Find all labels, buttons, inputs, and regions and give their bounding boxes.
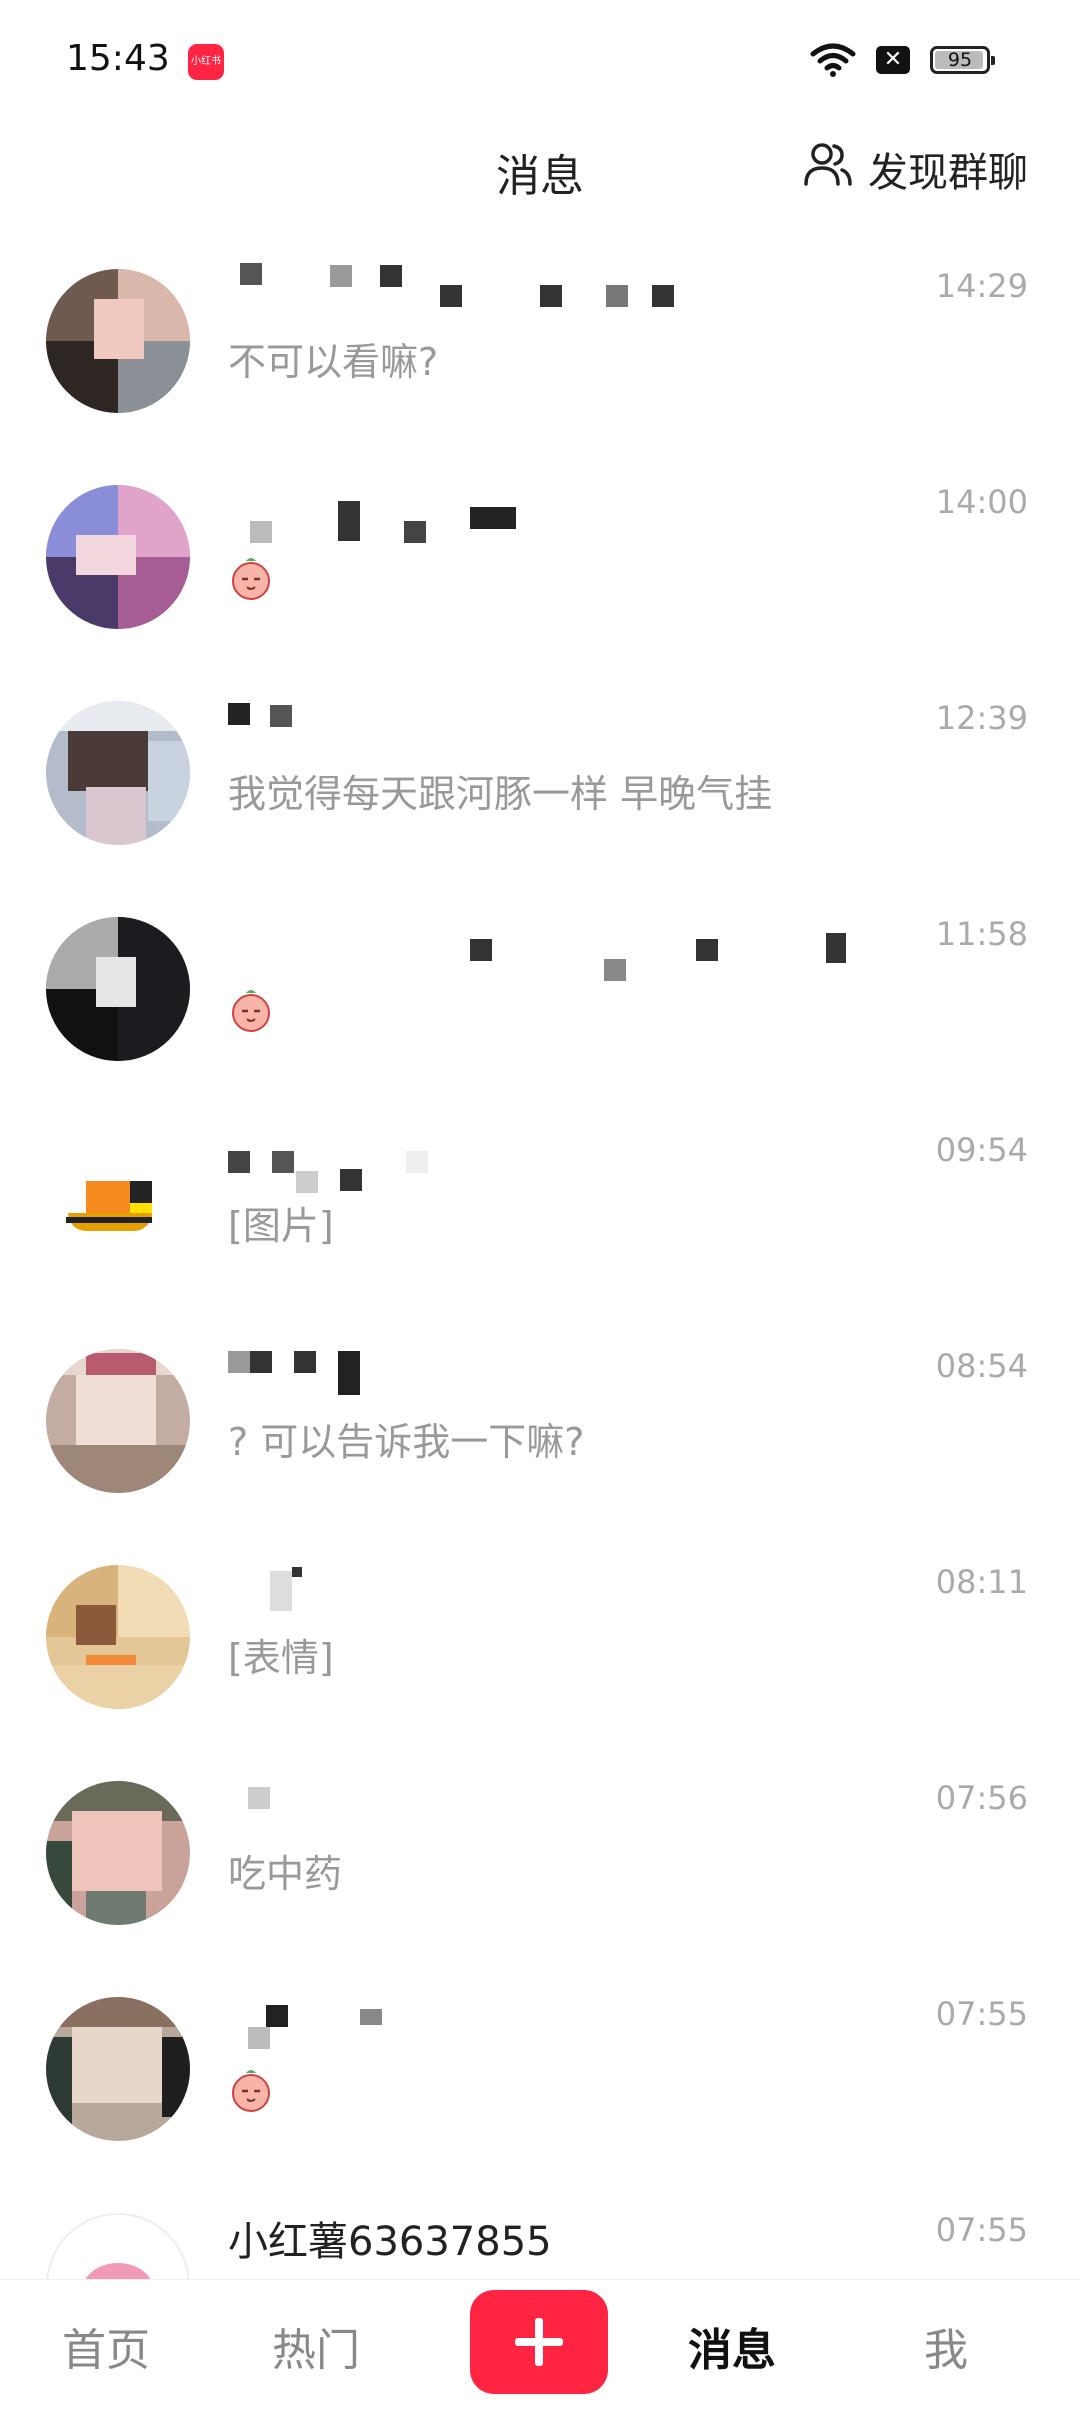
blurred-name-block	[470, 939, 492, 961]
conversation-item[interactable]: 14:00	[0, 451, 1080, 667]
conversation-time: 07:55	[935, 1995, 1028, 2033]
conversation-time: 07:56	[935, 1779, 1028, 1817]
avatar	[46, 917, 190, 1061]
blurred-name-block	[248, 1787, 270, 1809]
blurred-name-block	[266, 2005, 288, 2027]
avatar	[46, 1997, 190, 2141]
xiaohongshu-app-icon: 小红书	[188, 44, 224, 80]
peach-sticker-emoji-icon	[228, 555, 274, 601]
blurred-name-block	[360, 2009, 382, 2025]
conversation-time: 08:54	[935, 1347, 1028, 1385]
status-time: 15:43	[66, 38, 170, 79]
blurred-name-block	[440, 285, 462, 307]
blurred-name-block	[250, 521, 272, 543]
blurred-name-block	[380, 265, 402, 287]
battery-level-text: 95	[947, 49, 973, 71]
conversation-time: 12:39	[935, 699, 1028, 737]
battery-icon: 95	[930, 46, 995, 74]
blurred-name-block	[338, 501, 360, 541]
conversation-preview: 吃中药	[228, 1852, 343, 1896]
tab-me[interactable]: 我	[924, 2314, 968, 2378]
conversation-time: 07:55	[935, 2211, 1028, 2249]
blurred-name-block	[652, 285, 674, 307]
blurred-name-block	[228, 1351, 250, 1373]
status-icons: ✕ 95	[810, 40, 995, 80]
peach-sticker-emoji-icon	[228, 987, 274, 1033]
blurred-name-block	[604, 959, 626, 981]
discover-group-label: 发现群聊	[868, 150, 1028, 196]
plus-icon	[515, 2318, 563, 2366]
blurred-name-block	[270, 1571, 292, 1611]
avatar	[46, 485, 190, 629]
conversation-item[interactable]: ? 可以告诉我一下嘛? 08:54	[0, 1315, 1080, 1531]
conversation-item[interactable]: 不可以看嘛? 14:29	[0, 235, 1080, 451]
blurred-name-block	[250, 1351, 272, 1373]
peach-sticker-emoji-icon	[228, 2067, 274, 2113]
blurred-name-block	[826, 933, 846, 963]
avatar	[46, 269, 190, 413]
conversation-preview: [表情]	[228, 1636, 334, 1680]
blurred-name-block	[540, 285, 562, 307]
tab-home[interactable]: 首页	[62, 2314, 150, 2378]
avatar	[46, 1781, 190, 1925]
conversation-preview: 我觉得每天跟河豚一样 早晚气挂	[228, 772, 773, 816]
conversation-time: 08:11	[935, 1563, 1028, 1601]
status-bar: 15:43 小红书 ✕ 95	[0, 0, 1080, 120]
conversation-time: 11:58	[935, 915, 1028, 953]
wifi-icon	[810, 42, 856, 78]
blurred-name-block	[270, 705, 292, 727]
conversation-time: 14:29	[935, 267, 1028, 305]
conversation-item[interactable]: 吃中药 07:56	[0, 1747, 1080, 1963]
tab-hot[interactable]: 热门	[272, 2314, 360, 2378]
conversation-item[interactable]: 我觉得每天跟河豚一样 早晚气挂 12:39	[0, 667, 1080, 883]
conversation-preview: 不可以看嘛?	[228, 340, 439, 384]
conversation-item[interactable]: 11:58	[0, 883, 1080, 1099]
header: 消息 发现群聊	[0, 120, 1080, 230]
conversation-item[interactable]: 07:55	[0, 1963, 1080, 2179]
blurred-name-block	[240, 263, 262, 285]
avatar	[46, 1565, 190, 1709]
blurred-name-block	[228, 1151, 250, 1173]
blurred-name-block	[696, 939, 718, 961]
blurred-name-block	[292, 1567, 302, 1577]
blurred-name-block	[294, 1351, 316, 1373]
conversation-item[interactable]: [表情] 08:11	[0, 1531, 1080, 1747]
avatar	[46, 1133, 190, 1277]
avatar	[46, 1349, 190, 1493]
blurred-name-block	[248, 2027, 270, 2049]
blurred-name-block	[296, 1171, 318, 1193]
blurred-name-block	[228, 703, 250, 725]
tab-messages[interactable]: 消息	[688, 2314, 776, 2378]
bottom-tab-bar: 首页 热门 消息 我	[0, 2279, 1080, 2412]
conversation-time: 14:00	[935, 483, 1028, 521]
avatar	[46, 701, 190, 845]
blurred-name-block	[406, 1151, 428, 1173]
conversation-preview: ? 可以告诉我一下嘛?	[228, 1420, 585, 1464]
discover-group-chat-button[interactable]: 发现群聊	[802, 140, 1028, 198]
blurred-name-block	[272, 1151, 294, 1173]
post-button[interactable]	[470, 2290, 608, 2394]
blurred-name-block	[338, 1351, 360, 1395]
blurred-name-block	[404, 521, 426, 543]
no-sim-icon: ✕	[876, 46, 910, 74]
users-icon	[802, 140, 854, 198]
conversation-item[interactable]: [图片] 09:54	[0, 1099, 1080, 1315]
conversation-time: 09:54	[935, 1131, 1028, 1169]
blurred-name-block	[606, 285, 628, 307]
blurred-name-block	[340, 1169, 362, 1191]
conversation-name: 小红薯63637855	[228, 2219, 552, 2265]
blurred-name-block	[470, 507, 516, 529]
conversation-preview: [图片]	[228, 1204, 334, 1248]
blurred-name-block	[330, 265, 352, 287]
